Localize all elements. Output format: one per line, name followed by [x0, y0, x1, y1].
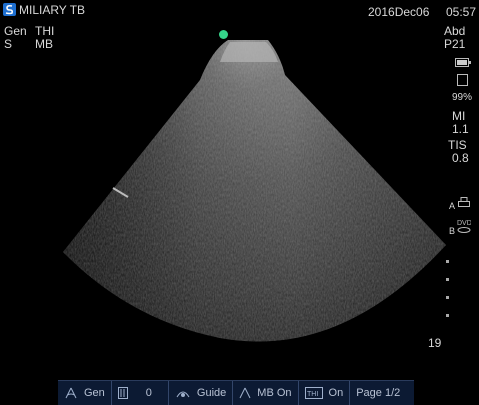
gain-icon	[65, 387, 77, 399]
mb-button[interactable]: MB On	[233, 381, 299, 405]
battery-percent: 99%	[452, 92, 473, 103]
gain-button[interactable]: Gen	[58, 381, 112, 405]
page-button[interactable]: Page 1/2	[350, 381, 406, 405]
orientation-marker-icon	[219, 30, 228, 39]
date-label: 2016Dec06	[368, 5, 430, 19]
thi-icon: THI	[304, 387, 323, 399]
tis-value: 0.8	[452, 151, 469, 165]
b-label: B	[449, 226, 456, 236]
svg-text:DVD: DVD	[457, 220, 471, 227]
depth-button[interactable]: 0	[112, 381, 169, 405]
battery-icon	[455, 58, 471, 67]
depth-tick	[446, 278, 449, 281]
mb-icon	[239, 387, 251, 399]
ultrasound-sector-image	[63, 40, 446, 342]
svg-text:THI: THI	[307, 391, 318, 398]
depth-control-label: 0	[145, 387, 152, 399]
mb-label: MB On	[257, 387, 292, 399]
probe-label: P21	[444, 37, 466, 51]
storage-icon	[457, 74, 468, 86]
guide-icon	[176, 391, 190, 398]
printer-icon	[458, 197, 470, 207]
gain-label: Gen	[84, 387, 105, 399]
guide-label: Guide	[196, 387, 227, 399]
page-label: Page 1/2	[356, 387, 401, 399]
depth-value: 19	[428, 336, 442, 350]
patient-title: MILIARY TB	[19, 3, 86, 17]
depth-tick	[446, 260, 449, 263]
dvd-icon: DVD	[457, 220, 471, 233]
battery-fill	[457, 60, 467, 65]
thi-label: On	[328, 387, 344, 399]
mb-label: MB	[35, 37, 53, 51]
depth-tick	[446, 314, 449, 317]
guide-button[interactable]: Guide	[169, 381, 234, 405]
time-label: 05:57	[446, 5, 477, 19]
control-bar: Gen 0 Guide MB On THI On Page 1/2	[58, 380, 414, 405]
thi-button[interactable]: THI On	[299, 381, 351, 405]
mi-value: 1.1	[452, 122, 469, 136]
a-label: A	[449, 201, 456, 211]
s-label: S	[4, 37, 13, 51]
depth-icon	[117, 387, 128, 399]
logo-icon	[3, 3, 16, 16]
depth-tick	[446, 296, 449, 299]
